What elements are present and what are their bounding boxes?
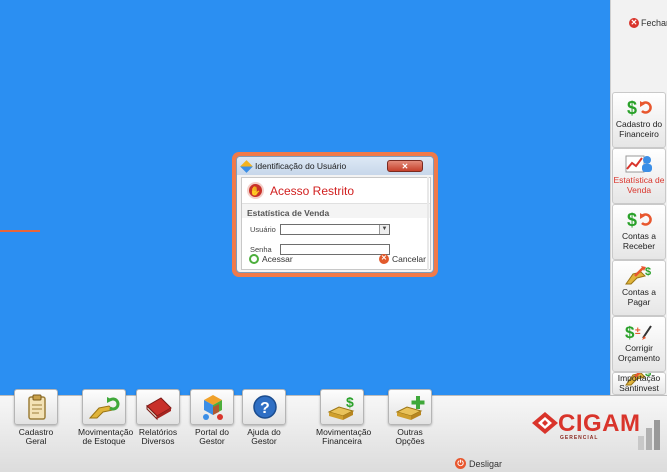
svg-text:$: $: [625, 323, 635, 342]
stock-refresh-icon: [89, 397, 120, 419]
bottom-item-label: Outras Opções: [395, 427, 425, 446]
cancel-icon: ✕: [378, 254, 389, 264]
close-label: Fechar: [641, 18, 667, 28]
sidebar-item-label: Contas a Pagar: [621, 287, 657, 307]
sidebar-item-label: Contas a Receber: [621, 231, 657, 251]
sidebar-item-contas-receber[interactable]: $ Contas a Receber: [612, 204, 666, 260]
dialog-titlebar[interactable]: Identificação do Usuário ✕: [237, 157, 433, 175]
accent-line: [0, 230, 40, 232]
access-label: Acessar: [262, 254, 293, 264]
tile: [14, 389, 58, 425]
sidebar-item-label: Cadastro do Financeiro: [615, 119, 663, 139]
dialog-close-button[interactable]: ✕: [387, 160, 423, 172]
svg-text:?: ?: [260, 400, 270, 417]
bottom-item-label: Portal do Gestor: [194, 427, 230, 446]
cigam-logo-icon: [532, 412, 558, 434]
power-icon: ⏻: [455, 458, 466, 469]
clipboard-icon: [28, 394, 46, 420]
module-name: Estatística de Venda: [242, 204, 430, 218]
access-button[interactable]: Acessar: [249, 254, 293, 264]
scrollbar[interactable]: [427, 177, 429, 270]
svg-text:$: $: [645, 266, 651, 278]
power-icon: [249, 254, 259, 264]
bottom-item-label: Movimentação de Estoque: [78, 427, 134, 446]
bottom-item-relatorios-diversos[interactable]: Relatórios Diversos: [132, 389, 184, 472]
stop-hand-icon: ✋: [247, 182, 264, 199]
chevron-down-icon[interactable]: ▼: [379, 225, 389, 234]
box-plus-icon: [395, 396, 425, 420]
close-app-button[interactable]: ✕ Fechar: [629, 18, 667, 28]
dollar-refresh-icon: $: [627, 210, 652, 230]
bottom-item-label: Cadastro Geral: [18, 427, 54, 446]
svg-text:$: $: [627, 98, 637, 118]
login-dialog: Identificação do Usuário ✕ ✋ Acesso Rest…: [236, 156, 434, 273]
bottom-item-outras-opcoes[interactable]: Outras Opções: [384, 389, 436, 472]
svg-text:$: $: [346, 394, 354, 410]
svg-text:±: ±: [635, 326, 641, 337]
sidebar-item-estatistica-venda[interactable]: Estatística de Venda: [612, 148, 666, 204]
dialog-actions: Acessar ✕ Cancelar: [242, 251, 432, 269]
brand-name: CIGAM: [558, 410, 641, 437]
tile: $: [320, 389, 364, 425]
app-icon: [240, 159, 253, 173]
tile: [82, 389, 126, 425]
portal-cube-icon: [203, 395, 223, 420]
box-dollar-icon: $: [327, 394, 355, 420]
svg-text:$: $: [627, 210, 637, 230]
user-select[interactable]: ▼: [280, 224, 390, 235]
help-icon: ?: [253, 395, 277, 419]
cancel-label: Cancelar: [391, 254, 426, 264]
logout-label: Desligar: [469, 458, 503, 469]
user-label: Usuário: [250, 225, 276, 234]
dialog-title: Identificação do Usuário: [255, 161, 347, 171]
sidebar-item-corrigir-orcamento[interactable]: $ ± Corrigir Orçamento: [612, 316, 666, 372]
bottom-item-movimentacao-financeira[interactable]: $ Movimentação Financeira: [316, 389, 372, 472]
dollar-refresh-icon: $: [627, 98, 652, 118]
close-icon: ✕: [629, 18, 639, 28]
bottom-item-ajuda-gestor[interactable]: ? Ajuda do Gestor: [238, 389, 290, 472]
sidebar-item-contas-pagar[interactable]: $ Contas a Pagar: [612, 260, 666, 316]
book-icon: [146, 397, 172, 421]
cancel-button[interactable]: ✕ Cancelar: [378, 254, 426, 264]
tile: [136, 389, 180, 425]
bottom-item-label: Ajuda do Gestor: [247, 427, 281, 446]
brand-subtitle: GERENCIAL: [560, 435, 599, 441]
bottom-item-portal-gestor[interactable]: Portal do Gestor: [186, 389, 238, 472]
tile: [190, 389, 234, 425]
brand-bars-icon: [638, 420, 662, 450]
dialog-body: ✋ Acesso Restrito Estatística de Venda U…: [241, 177, 431, 270]
hand-dollar-icon: $: [625, 266, 651, 285]
tile: [388, 389, 432, 425]
user-row: Usuário ▼: [250, 224, 390, 235]
bottom-item-label: Relatórios Diversos: [138, 427, 178, 446]
restricted-heading: Acesso Restrito: [270, 183, 355, 198]
tile: ?: [242, 389, 286, 425]
bottom-item-cadastro-geral[interactable]: Cadastro Geral: [10, 389, 62, 472]
bottom-item-label: Movimentação Financeira: [316, 427, 372, 446]
sidebar-item-label: Corrigir Orçamento: [617, 343, 661, 363]
sidebar-item-cadastro-financeiro[interactable]: $ Cadastro do Financeiro: [612, 92, 666, 148]
sidebar-item-label: Importação Santinvest: [617, 373, 661, 393]
sidebar-item-label: Estatística de Venda: [613, 175, 665, 195]
chart-user-icon: [625, 155, 652, 173]
bottom-item-movimentacao-estoque[interactable]: Movimentação de Estoque: [78, 389, 134, 472]
logout-button[interactable]: ⏻ Desligar: [455, 458, 502, 469]
dollar-plusminus-icon: $ ±: [625, 323, 652, 342]
restricted-banner: ✋ Acesso Restrito: [242, 178, 430, 204]
